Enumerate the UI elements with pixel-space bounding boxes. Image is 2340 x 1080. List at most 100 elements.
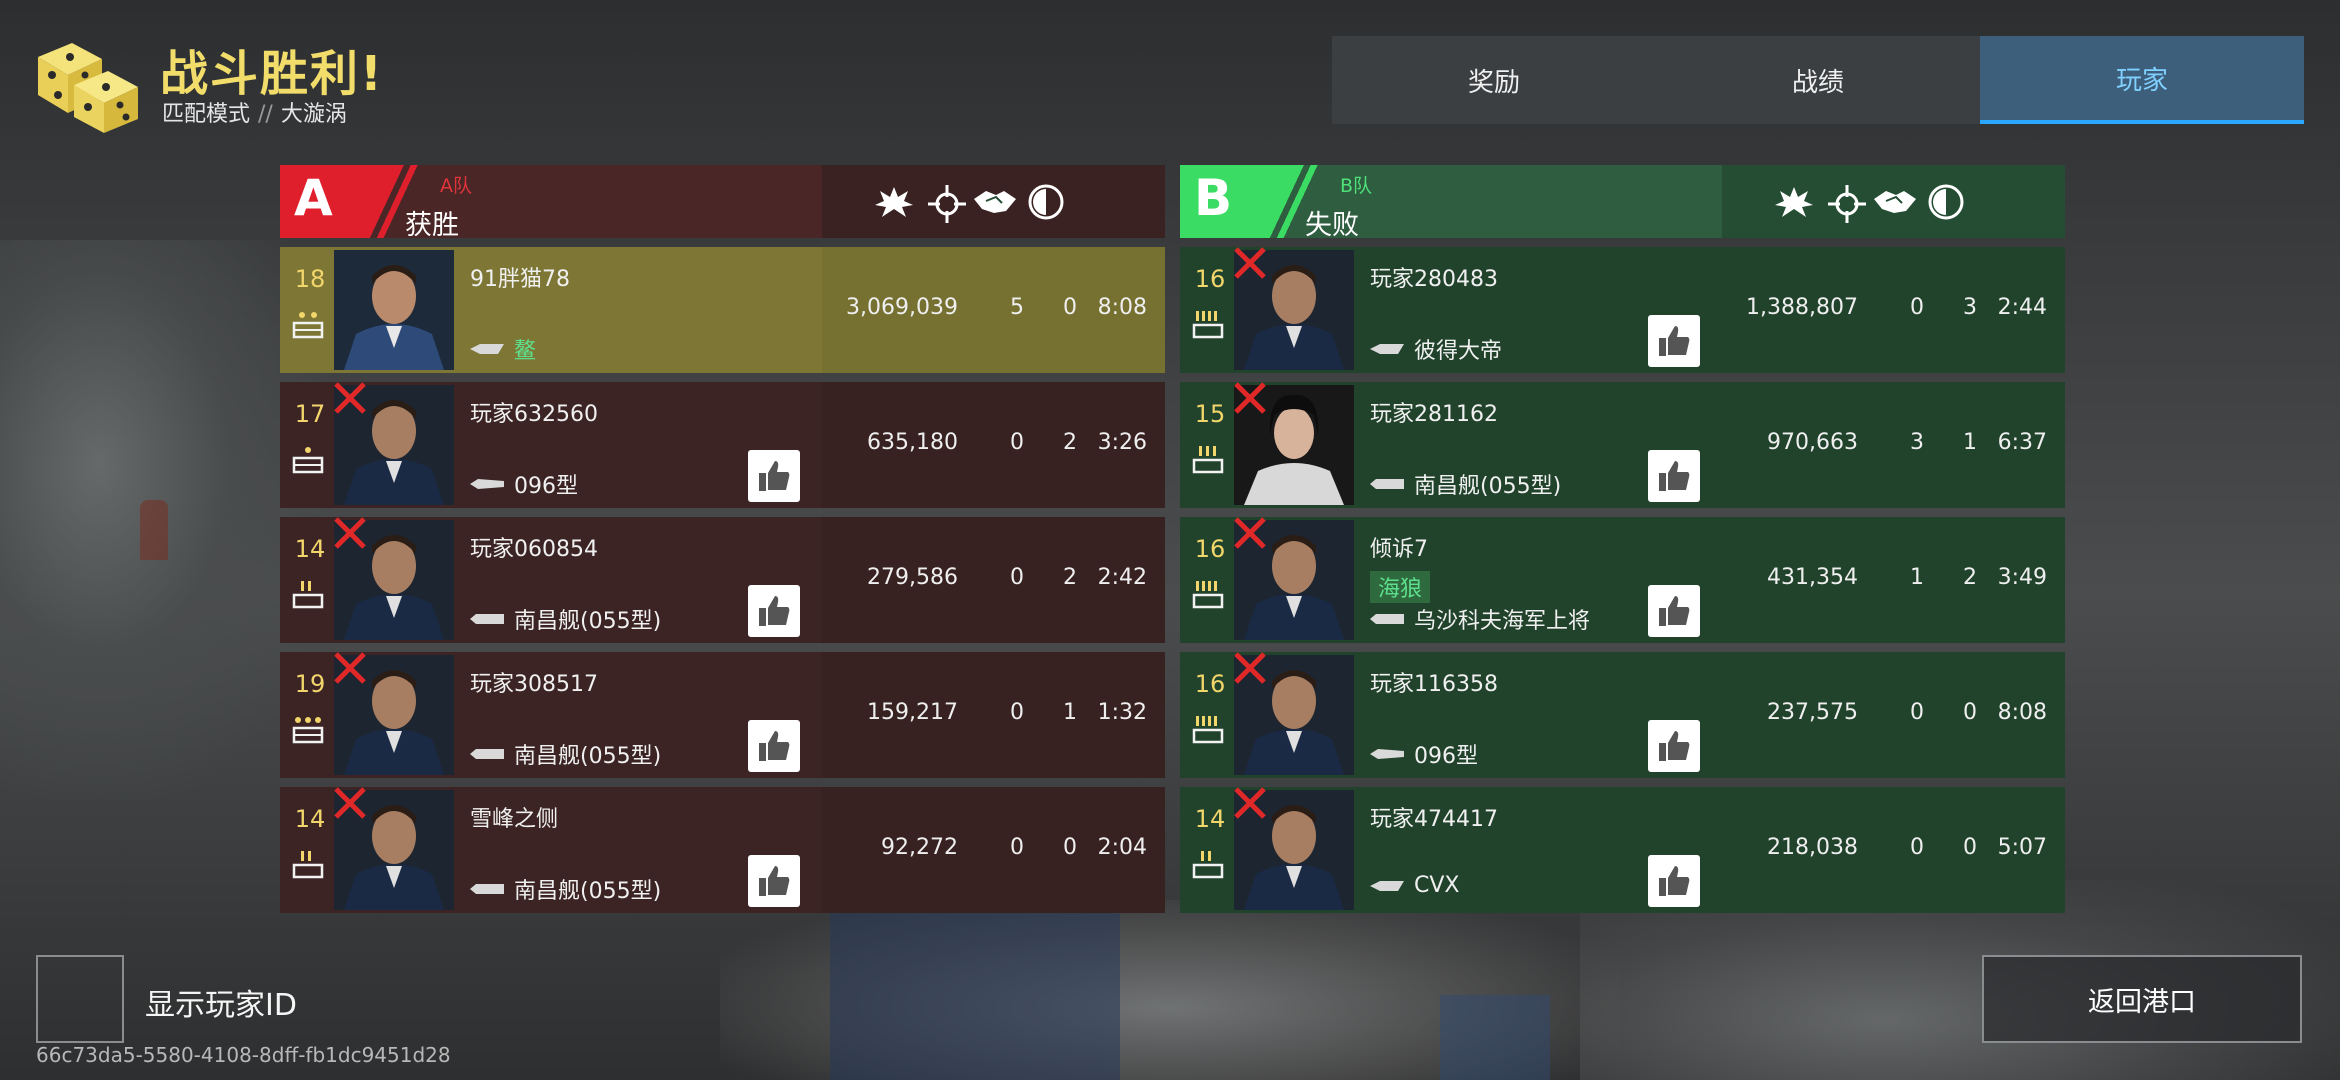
player-row[interactable]: 18 91胖猫78 鳌 3,069,039 5 0 8:08 [280, 247, 1165, 373]
destroyed-icon [1234, 652, 1266, 684]
player-level: 15 [1194, 400, 1226, 428]
assists: 0 [1063, 295, 1077, 320]
thumbs-up-icon [759, 731, 790, 761]
rank-insignia-icon [292, 312, 324, 339]
destroyed-icon [1234, 787, 1266, 819]
player-row[interactable]: 16 倾诉7 海狼 乌沙科夫海军上将 431,354 1 2 3:49 [1180, 517, 2065, 643]
handshake-icon [1874, 191, 1916, 213]
like-button[interactable] [1648, 585, 1700, 637]
kills: 0 [1010, 700, 1024, 725]
show-id-checkbox[interactable] [36, 955, 124, 1043]
ship-name: 彼得大帝 [1414, 339, 1503, 364]
player-row[interactable]: 14 雪峰之侧 南昌舰(055型) 92,272 0 0 2:04 [280, 787, 1165, 913]
player-ship: 096型 [470, 468, 578, 500]
rank-insignia-icon [1192, 311, 1224, 339]
ship-name: 南昌舰(055型) [514, 744, 662, 769]
tab-stats[interactable]: 战绩 [1656, 36, 1980, 124]
assists: 0 [1963, 835, 1977, 860]
rank-insignia-icon [292, 581, 324, 609]
like-button[interactable] [1648, 315, 1700, 367]
damage-score: 431,354 [1767, 565, 1858, 590]
team-result: 失败 [1305, 210, 1359, 241]
team-b-header: B B队 失败 [1180, 165, 2065, 241]
like-button[interactable] [748, 450, 800, 502]
kills: 0 [1010, 565, 1024, 590]
handshake-icon [974, 191, 1016, 213]
return-to-port-button[interactable]: 返回港口 [1982, 955, 2302, 1043]
assists: 2 [1063, 565, 1077, 590]
damage-score: 92,272 [881, 835, 958, 860]
player-row[interactable]: 16 玩家116358 096型 237,575 0 0 8:08 [1180, 652, 2065, 778]
damage-score: 1,388,807 [1746, 295, 1858, 320]
team-result: 获胜 [405, 210, 459, 241]
ship-name: 096型 [514, 474, 578, 499]
player-name: 玩家060854 [470, 537, 598, 562]
survival-time: 8:08 [1097, 295, 1147, 320]
kills: 0 [1910, 835, 1924, 860]
survival-time: 3:49 [1997, 565, 2047, 590]
assists: 1 [1963, 430, 1977, 455]
tab-players[interactable]: 玩家 [1980, 36, 2304, 124]
player-row[interactable]: 14 玩家474417 CVX 218,038 0 0 5:07 [1180, 787, 2065, 913]
tab-bar: 奖励 战绩 玩家 [1332, 36, 2304, 124]
assists: 0 [1063, 835, 1077, 860]
like-button[interactable] [748, 585, 800, 637]
player-stats: 159,217 0 1 1:32 [822, 652, 1165, 778]
assists: 3 [1963, 295, 1977, 320]
player-ship: 鳌 [470, 333, 536, 365]
ship-name: CVX [1414, 873, 1460, 898]
dice-icon [38, 43, 138, 133]
commander-avatar [334, 250, 454, 370]
player-level: 18 [294, 265, 326, 293]
team-b-badge: B [1180, 165, 1318, 238]
player-ship: CVX [1370, 873, 1459, 898]
like-button[interactable] [1648, 720, 1700, 772]
team-b-panel: B B队 失败 16 玩家280483 彼得大帝 1,388,807 0 3 2… [1180, 165, 2065, 913]
clock-icon [1028, 184, 1064, 220]
survival-time: 2:42 [1097, 565, 1147, 590]
like-button[interactable] [748, 720, 800, 772]
player-row[interactable]: 17 玩家632560 096型 635,180 0 2 3:26 [280, 382, 1165, 508]
assists: 1 [1063, 700, 1077, 725]
player-level: 16 [1194, 535, 1226, 563]
destroyed-icon [334, 787, 366, 819]
team-a-header: A A队 获胜 [280, 165, 1165, 241]
player-level: 14 [294, 535, 326, 563]
assists: 0 [1963, 700, 1977, 725]
like-button[interactable] [1648, 450, 1700, 502]
player-name: 雪峰之侧 [470, 807, 559, 832]
survival-time: 6:37 [1997, 430, 2047, 455]
tab-rewards[interactable]: 奖励 [1332, 36, 1656, 124]
stat-header [1722, 165, 2065, 238]
player-row[interactable]: 19 玩家308517 南昌舰(055型) 159,217 0 1 1:32 [280, 652, 1165, 778]
player-stats: 92,272 0 0 2:04 [822, 787, 1165, 913]
thumbs-up-icon [1659, 461, 1690, 491]
team-letter: B [1194, 169, 1233, 227]
destroyed-icon [1234, 247, 1266, 279]
destroyed-icon [334, 517, 366, 549]
like-button[interactable] [1648, 855, 1700, 907]
ship-class-icon [1370, 344, 1404, 354]
rank-insignia-icon [1192, 851, 1224, 879]
damage-score: 635,180 [867, 430, 958, 455]
show-id-label[interactable]: 显示玩家ID [145, 980, 297, 1024]
ship-class-icon [470, 479, 504, 489]
player-ship: 乌沙科夫海军上将 [1370, 603, 1590, 635]
damage-icon [875, 187, 913, 217]
player-level: 17 [294, 400, 326, 428]
like-button[interactable] [748, 855, 800, 907]
player-row[interactable]: 15 玩家281162 南昌舰(055型) 970,663 3 1 6:37 [1180, 382, 2065, 508]
ship-name: 鳌 [514, 339, 537, 364]
player-name: 玩家632560 [470, 402, 598, 427]
crosshair-icon [928, 185, 966, 223]
player-name: 倾诉7 [1370, 537, 1428, 562]
background-house [830, 900, 1120, 1080]
survival-time: 2:44 [1997, 295, 2047, 320]
player-row[interactable]: 14 玩家060854 南昌舰(055型) 279,586 0 2 2:42 [280, 517, 1165, 643]
rank-insignia-icon [1192, 716, 1224, 744]
player-stats: 431,354 1 2 3:49 [1722, 517, 2065, 643]
team-name: B队 [1340, 175, 1373, 197]
survival-time: 3:26 [1097, 430, 1147, 455]
player-id-text: 66c73da5-5580-4108-8dff-fb1dc9451d28 [36, 1043, 451, 1067]
player-row[interactable]: 16 玩家280483 彼得大帝 1,388,807 0 3 2:44 [1180, 247, 2065, 373]
